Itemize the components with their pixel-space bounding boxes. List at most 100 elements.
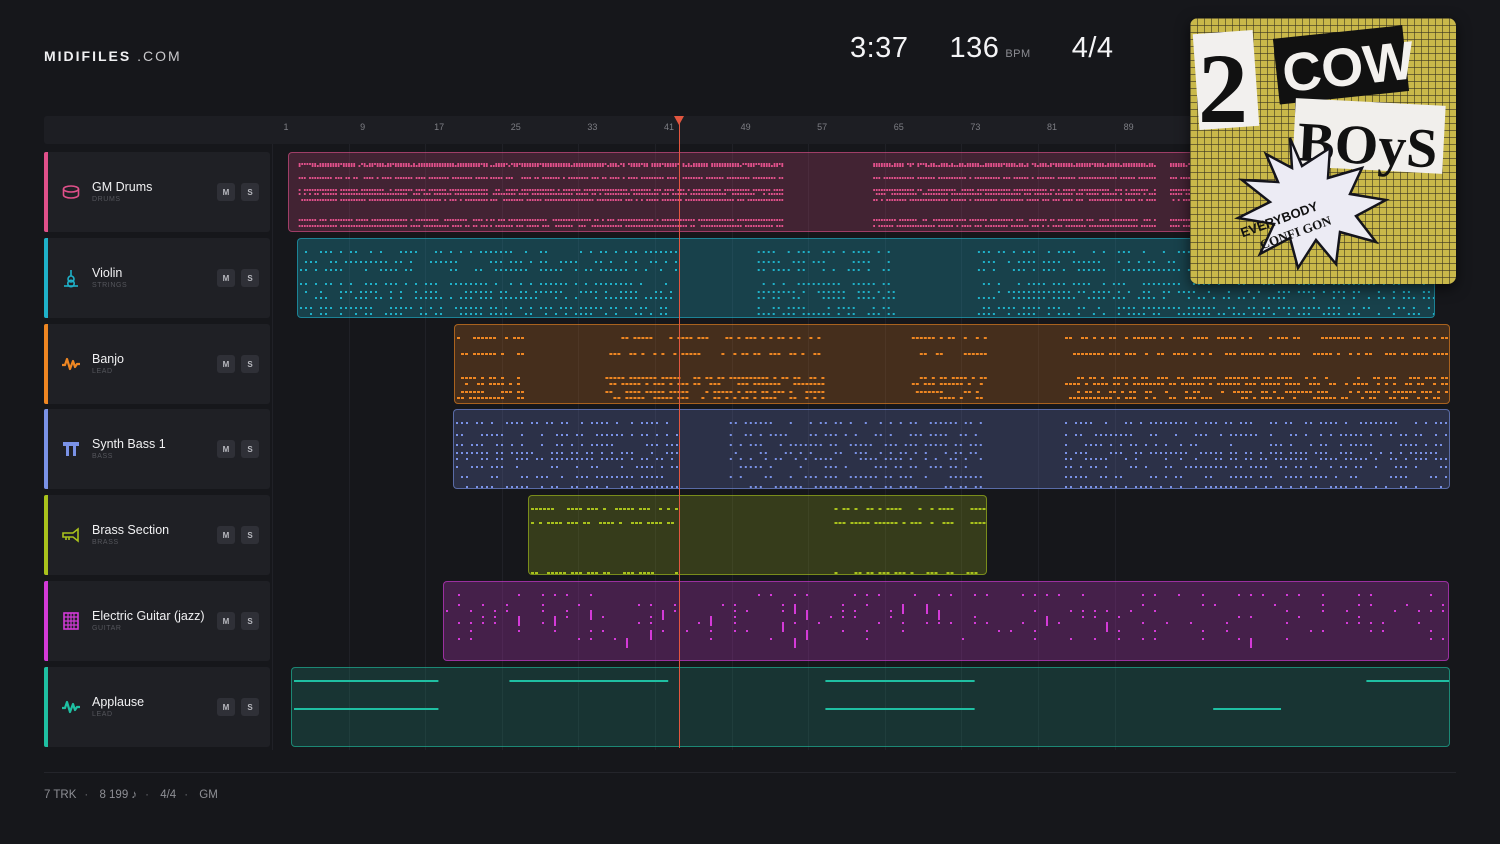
midi-note (923, 353, 927, 355)
midi-note (1118, 291, 1121, 293)
midi-note (1000, 165, 1003, 167)
midi-note (883, 177, 886, 179)
midi-note (1023, 269, 1026, 271)
midi-note (1018, 219, 1021, 221)
midi-note (1101, 199, 1104, 201)
midi-note (436, 225, 439, 227)
track-header[interactable]: Synth Bass 1 BASS M S (44, 409, 270, 489)
midi-note (672, 177, 674, 179)
midi-note (763, 219, 765, 221)
mute-button[interactable]: M (217, 269, 235, 287)
midi-note (581, 225, 583, 227)
midi-note (977, 225, 979, 227)
mute-button[interactable]: M (217, 698, 235, 716)
midi-note (891, 193, 894, 195)
midi-note (868, 313, 871, 315)
midi-note (1228, 307, 1231, 309)
track-header[interactable]: GM Drums DRUMS M S (44, 152, 270, 232)
midi-note (660, 251, 663, 253)
midi-note (1064, 422, 1067, 424)
midi-note (1098, 307, 1101, 309)
track-header[interactable]: Banjo LEAD M S (44, 324, 270, 404)
midi-note (943, 219, 946, 221)
midi-note (983, 307, 986, 309)
midi-note (332, 225, 335, 227)
midi-note (954, 422, 957, 424)
midi-note (590, 291, 593, 293)
solo-button[interactable]: S (241, 526, 259, 544)
midi-note (523, 193, 526, 195)
midi-region[interactable] (453, 324, 1450, 404)
midi-note (893, 163, 896, 165)
mute-button[interactable]: M (217, 612, 235, 630)
midi-note (1348, 313, 1351, 315)
midi-note (1101, 219, 1104, 221)
midi-note (616, 397, 620, 399)
midi-note (322, 177, 324, 179)
midi-note (1432, 353, 1436, 355)
track-header[interactable]: Brass Section BRASS M S (44, 495, 270, 575)
midi-note (1023, 177, 1026, 179)
midi-note (708, 189, 711, 191)
midi-note (984, 177, 987, 179)
midi-note (1094, 225, 1096, 227)
midi-note (954, 444, 957, 446)
midi-note (1136, 337, 1140, 339)
midi-note (500, 397, 504, 399)
midi-note (465, 291, 468, 293)
midi-note (1125, 225, 1128, 227)
midi-note (718, 163, 721, 165)
midi-note (764, 452, 767, 454)
mute-button[interactable]: M (217, 355, 235, 373)
midi-note (838, 307, 841, 309)
track-header[interactable]: Electric Guitar (jazz) GUITAR M S (44, 581, 270, 661)
midi-note (1075, 199, 1078, 201)
midi-note (418, 165, 421, 167)
midi-note (878, 291, 881, 293)
midi-note (749, 466, 752, 468)
midi-note (917, 163, 920, 165)
midi-note (1038, 283, 1041, 285)
mute-button[interactable]: M (217, 440, 235, 458)
midi-note (1081, 165, 1083, 167)
midi-note (1119, 434, 1122, 436)
midi-note (1000, 189, 1003, 191)
midi-note (428, 219, 431, 221)
midi-note (345, 225, 348, 227)
mute-button[interactable]: M (217, 526, 235, 544)
midi-note (1152, 337, 1156, 339)
midi-note (737, 163, 739, 165)
midi-note (1336, 353, 1340, 355)
midi-note (636, 383, 640, 385)
midi-note (1016, 177, 1018, 179)
midi-note (1319, 422, 1322, 424)
midi-note (1308, 383, 1312, 385)
track-header[interactable]: Violin STRINGS M S (44, 238, 270, 318)
solo-button[interactable]: S (241, 612, 259, 630)
midi-note (612, 397, 616, 399)
midi-note (521, 177, 524, 179)
track-header[interactable]: Applause LEAD M S (44, 667, 270, 747)
solo-button[interactable]: S (241, 269, 259, 287)
midi-region[interactable] (452, 409, 1450, 489)
midi-note (534, 225, 537, 227)
midi-note (1232, 353, 1236, 355)
midi-note (665, 297, 668, 299)
mute-button[interactable]: M (217, 183, 235, 201)
midi-note (638, 225, 641, 227)
midi-note (397, 225, 400, 227)
midi-note (1101, 189, 1104, 191)
midi-note (1203, 307, 1206, 309)
midi-note (1333, 307, 1336, 309)
midi-note (536, 163, 539, 165)
midi-note (864, 476, 867, 478)
solo-button[interactable]: S (241, 440, 259, 458)
solo-button[interactable]: S (241, 183, 259, 201)
solo-button[interactable]: S (241, 698, 259, 716)
solo-button[interactable]: S (241, 355, 259, 373)
midi-note (620, 199, 622, 201)
midi-note (609, 165, 612, 167)
midi-note (387, 199, 389, 201)
midi-note (1018, 163, 1021, 165)
midi-note (853, 261, 856, 263)
